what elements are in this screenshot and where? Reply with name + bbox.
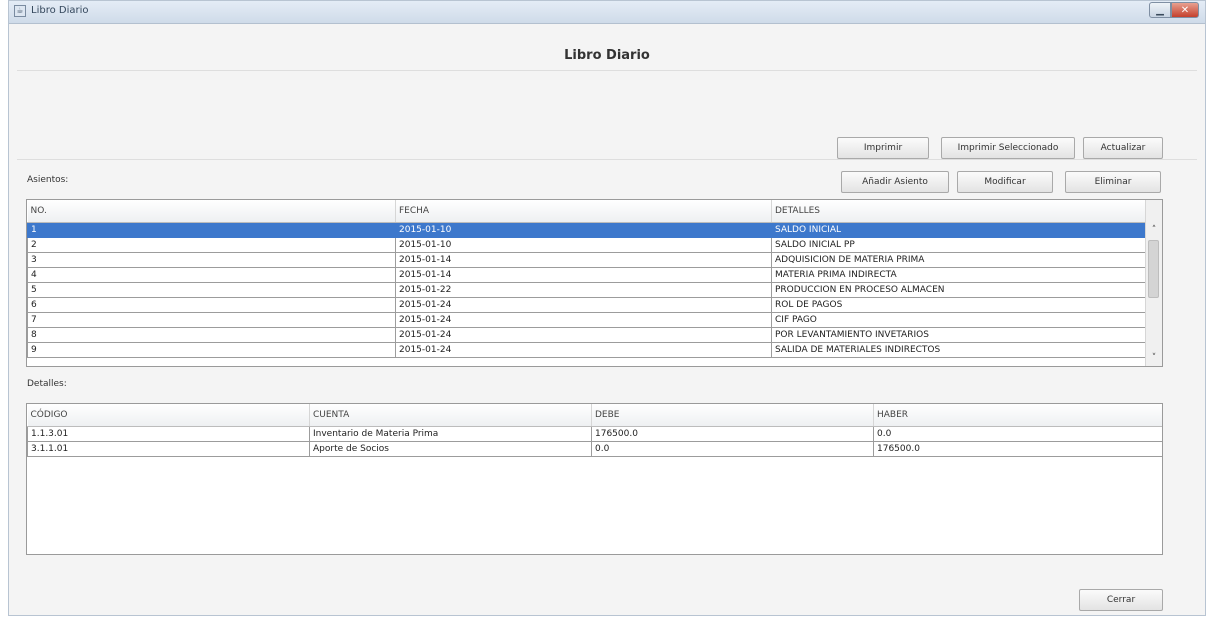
table-cell: 3.1.1.01: [27, 441, 310, 457]
table-cell: 9: [27, 342, 396, 358]
page-title: Libro Diario: [564, 48, 650, 63]
table-cell: POR LEVANTAMIENTO INVETARIOS: [771, 327, 1148, 343]
table-cell: 1: [27, 222, 396, 238]
asientos-label: Asientos:: [27, 175, 69, 185]
column-header[interactable]: DEBE: [591, 404, 874, 427]
table-cell: 5: [27, 282, 396, 298]
asientos-scrollbar[interactable]: ˄ ˅: [1145, 200, 1162, 366]
asientos-table[interactable]: NO. FECHA DETALLES 1 2015-01-10 SALDO INICIA…: [26, 199, 1163, 367]
table-cell: Aporte de Socios: [309, 441, 592, 457]
table-cell: MATERIA PRIMA INDIRECTA: [771, 267, 1148, 283]
table-row[interactable]: 3.1.1.01 Aporte de Socios 0.0 176500.0: [27, 441, 1162, 457]
delete-button[interactable]: Eliminar: [1065, 171, 1161, 193]
column-header[interactable]: CUENTA: [309, 404, 592, 427]
table-cell: 0.0: [873, 426, 1162, 442]
table-cell: 0.0: [591, 441, 874, 457]
table-row[interactable]: 2 2015-01-10 SALDO INICIAL PP: [27, 237, 1148, 253]
column-header[interactable]: HABER: [873, 404, 1162, 427]
table-cell: SALDO INICIAL: [771, 222, 1148, 238]
table-cell: PRODUCCION EN PROCESO ALMACEN: [771, 282, 1148, 298]
table-cell: 2015-01-10: [395, 237, 772, 253]
table-cell: SALIDA DE MATERIALES INDIRECTOS: [771, 342, 1148, 358]
table-cell: 1.1.3.01: [27, 426, 310, 442]
modify-button[interactable]: Modificar: [957, 171, 1053, 193]
table-row[interactable]: 3 2015-01-14 ADQUISICION DE MATERIA PRIMA: [27, 252, 1148, 268]
table-cell: 4: [27, 267, 396, 283]
print-selected-button[interactable]: Imprimir Seleccionado: [941, 137, 1075, 159]
table-cell: 2015-01-24: [395, 327, 772, 343]
divider: [17, 70, 1197, 71]
table-cell: 176500.0: [591, 426, 874, 442]
minimize-icon[interactable]: ▁: [1149, 2, 1171, 18]
libro-diario-window: ☕ Libro Diario ▁ ✕ Libro Diario Imprimir…: [8, 0, 1206, 616]
table-cell: 7: [27, 312, 396, 328]
table-cell: Inventario de Materia Prima: [309, 426, 592, 442]
table-cell: 2: [27, 237, 396, 253]
app-icon: ☕: [14, 5, 26, 17]
close-icon[interactable]: ✕: [1171, 2, 1199, 18]
table-cell: 6: [27, 297, 396, 313]
scroll-down-icon[interactable]: ˅: [1146, 350, 1162, 366]
table-cell: SALDO INICIAL PP: [771, 237, 1148, 253]
table-cell: 2015-01-24: [395, 297, 772, 313]
table-cell: 176500.0: [873, 441, 1162, 457]
table-row[interactable]: 5 2015-01-22 PRODUCCION EN PROCESO ALMACEN: [27, 282, 1148, 298]
table-row[interactable]: 7 2015-01-24 CIF PAGO: [27, 312, 1148, 328]
table-cell: 2015-01-24: [395, 312, 772, 328]
table-cell: CIF PAGO: [771, 312, 1148, 328]
table-row[interactable]: 8 2015-01-24 POR LEVANTAMIENTO INVETARIOS: [27, 327, 1148, 343]
scrollbar-thumb[interactable]: [1148, 240, 1159, 298]
column-header[interactable]: FECHA: [395, 200, 772, 223]
column-header[interactable]: NO.: [27, 200, 396, 223]
window-controls: ▁ ✕: [1149, 2, 1199, 20]
table-row[interactable]: 1 2015-01-10 SALDO INICIAL: [27, 222, 1148, 238]
table-cell: 2015-01-14: [395, 267, 772, 283]
table-row[interactable]: 1.1.3.01 Inventario de Materia Prima 17650…: [27, 426, 1162, 442]
table-row[interactable]: 6 2015-01-24 ROL DE PAGOS: [27, 297, 1148, 313]
window-title: Libro Diario: [31, 5, 89, 16]
column-header[interactable]: DETALLES: [771, 200, 1148, 223]
add-entry-button[interactable]: Añadir Asiento: [841, 171, 949, 193]
table-cell: 2015-01-14: [395, 252, 772, 268]
print-button[interactable]: Imprimir: [837, 137, 929, 159]
table-cell: 2015-01-24: [395, 342, 772, 358]
table-row[interactable]: 9 2015-01-24 SALIDA DE MATERIALES INDIRECT…: [27, 342, 1148, 358]
table-cell: 8: [27, 327, 396, 343]
detalles-table[interactable]: CÓDIGO CUENTA DEBE HABER 1.1.3.01 Inventario…: [26, 403, 1163, 555]
table-row[interactable]: 4 2015-01-14 MATERIA PRIMA INDIRECTA: [27, 267, 1148, 283]
table-cell: ADQUISICION DE MATERIA PRIMA: [771, 252, 1148, 268]
column-header[interactable]: CÓDIGO: [27, 404, 310, 427]
refresh-button[interactable]: Actualizar: [1083, 137, 1163, 159]
detalles-label: Detalles:: [27, 379, 67, 389]
title-bar[interactable]: ☕ Libro Diario ▁ ✕: [9, 1, 1205, 24]
scroll-up-icon[interactable]: ˄: [1146, 222, 1162, 238]
close-button[interactable]: Cerrar: [1079, 589, 1163, 611]
table-cell: ROL DE PAGOS: [771, 297, 1148, 313]
table-cell: 2015-01-22: [395, 282, 772, 298]
table-cell: 3: [27, 252, 396, 268]
divider: [17, 159, 1197, 160]
table-cell: 2015-01-10: [395, 222, 772, 238]
